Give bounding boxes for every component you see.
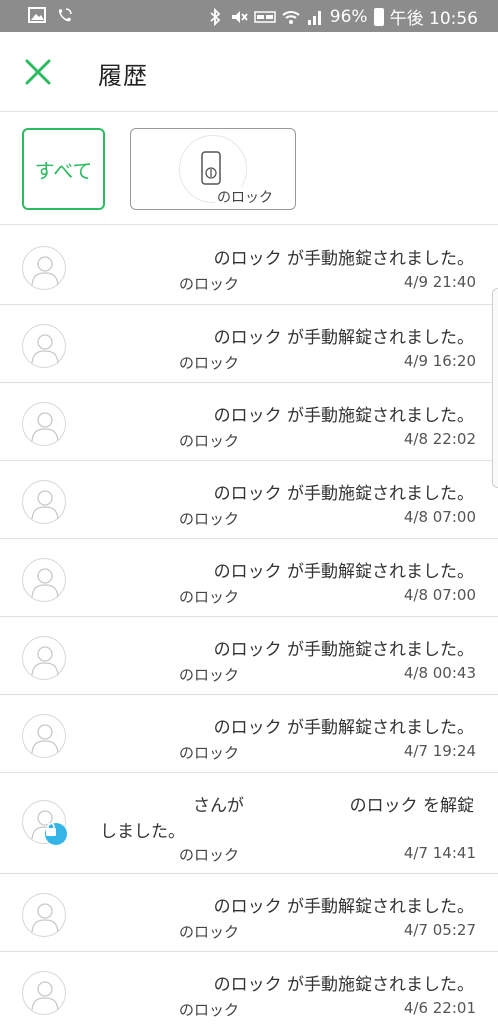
filter-lock-label: のロック (215, 187, 275, 207)
status-left (28, 6, 74, 24)
history-message: のロック が手動施錠されました。 (213, 249, 474, 269)
lock-badge-icon (45, 823, 67, 845)
history-lock-name: のロック (179, 744, 240, 762)
bluetooth-icon (210, 7, 221, 26)
person-icon (31, 412, 59, 442)
signal-icon (307, 10, 321, 25)
person-icon (31, 334, 59, 364)
history-message: のロック が手動施錠されました。 (213, 975, 474, 995)
history-lock-name: のロック (179, 846, 240, 864)
history-lock-name: のロック (179, 432, 240, 450)
history-message: のロック が手動解錠されました。 (213, 562, 474, 582)
status-bar: 96% 午後 10:56 (0, 0, 498, 32)
wifi-icon (282, 10, 300, 24)
history-message-line2: しました。 (100, 822, 185, 842)
person-icon (31, 903, 59, 933)
close-icon (25, 59, 51, 85)
history-item[interactable]: のロック が手動施錠されました。 のロック 4/8 07:00 (0, 461, 498, 539)
filter-bar: すべて のロック (0, 113, 498, 225)
battery-percent: 96% (329, 6, 368, 27)
history-timestamp: 4/9 21:40 (403, 273, 476, 291)
history-item[interactable]: のロック が手動解錠されました。 のロック 4/7 05:27 (0, 874, 498, 952)
history-message: のロック が手動解錠されました。 (213, 718, 474, 738)
history-item[interactable]: さんが のロック を解錠 しました。 のロック 4/7 14:41 (0, 773, 498, 874)
avatar (22, 714, 66, 758)
history-lock-name: のロック (179, 354, 240, 372)
history-message: のロック が手動施錠されました。 (213, 484, 474, 504)
avatar (22, 558, 66, 602)
history-lock-name: のロック (179, 1001, 240, 1019)
history-timestamp: 4/7 19:24 (403, 742, 476, 760)
page-title: 履歴 (98, 62, 148, 90)
history-item[interactable]: のロック が手動施錠されました。 のロック 4/9 21:40 (0, 226, 498, 305)
close-button[interactable] (18, 52, 58, 92)
history-lock-name: のロック (179, 923, 240, 941)
header: 履歴 (0, 32, 498, 112)
history-item[interactable]: のロック が手動施錠されました。 のロック 4/6 22:01 (0, 952, 498, 1024)
history-item[interactable]: のロック が手動施錠されました。 のロック 4/8 00:43 (0, 617, 498, 695)
battery-icon (373, 7, 384, 26)
status-right: 96% 午後 10:56 (206, 4, 478, 29)
avatar (22, 800, 67, 845)
avatar (22, 636, 66, 680)
person-icon (31, 646, 59, 676)
avatar (22, 324, 66, 368)
filter-lock-button[interactable]: のロック (130, 128, 296, 210)
person-icon (31, 490, 59, 520)
history-lock-name: のロック (179, 588, 240, 606)
avatar (22, 893, 66, 937)
mute-icon (231, 10, 248, 23)
person-icon (31, 568, 59, 598)
history-timestamp: 4/8 00:43 (403, 664, 476, 682)
history-timestamp: 4/7 14:41 (403, 844, 476, 862)
history-timestamp: 4/6 22:01 (403, 999, 476, 1017)
history-lock-name: のロック (179, 666, 240, 684)
history-timestamp: 4/8 07:00 (403, 508, 476, 526)
person-icon (31, 724, 59, 754)
history-item[interactable]: のロック が手動施錠されました。 のロック 4/8 22:02 (0, 383, 498, 461)
history-timestamp: 4/8 22:02 (403, 430, 476, 448)
history-item[interactable]: のロック が手動解錠されました。 のロック 4/7 19:24 (0, 695, 498, 773)
person-icon (31, 981, 59, 1011)
history-lock-name: のロック (179, 510, 240, 528)
history-message-user: さんが (193, 796, 244, 816)
avatar (22, 402, 66, 446)
history-message: のロック が手動解錠されました。 (213, 328, 474, 348)
history-timestamp: 4/7 05:27 (403, 921, 476, 939)
person-icon (31, 256, 59, 286)
image-icon (28, 7, 46, 23)
history-timestamp: 4/9 16:20 (403, 352, 476, 370)
avatar (22, 971, 66, 1015)
scrollbar[interactable] (492, 288, 498, 488)
filter-all-label: すべて (34, 158, 93, 183)
history-message: のロック が手動施錠されました。 (213, 640, 474, 660)
wifi-calling-icon (58, 8, 72, 22)
filter-all-button[interactable]: すべて (22, 128, 105, 210)
history-item[interactable]: のロック が手動解錠されました。 のロック 4/8 07:00 (0, 539, 498, 617)
avatar (22, 246, 66, 290)
history-item[interactable]: のロック が手動解錠されました。 のロック 4/9 16:20 (0, 305, 498, 383)
history-message: のロック が手動施錠されました。 (213, 406, 474, 426)
smart-lock-icon (201, 151, 221, 185)
history-message: のロック を解錠 (349, 796, 474, 816)
history-timestamp: 4/8 07:00 (403, 586, 476, 604)
clock: 午後 10:56 (389, 9, 478, 29)
history-lock-name: のロック (179, 275, 240, 293)
avatar (22, 480, 66, 524)
history-message: のロック が手動解錠されました。 (213, 897, 474, 917)
volte-icon (254, 10, 276, 23)
